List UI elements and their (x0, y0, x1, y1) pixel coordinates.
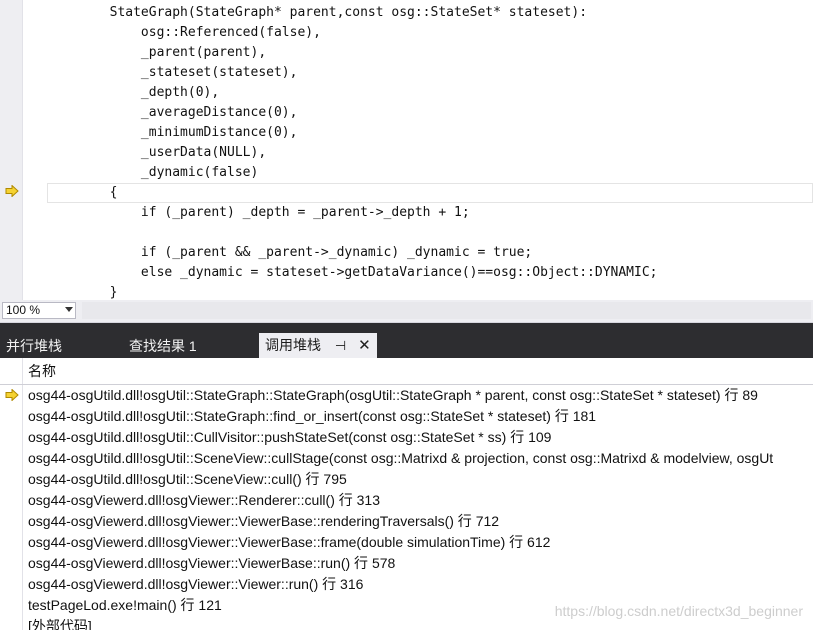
code-line[interactable]: _parent(parent), (47, 43, 813, 63)
table-header: 名称 (0, 358, 813, 385)
indicator-margin[interactable] (0, 0, 23, 300)
table-row[interactable]: osg44-osgViewerd.dll!osgViewer::Renderer… (0, 490, 813, 511)
table-row[interactable]: osg44-osgViewerd.dll!osgViewer::Viewer::… (0, 574, 813, 595)
row-gutter (0, 406, 23, 427)
table-row[interactable]: osg44-osgViewerd.dll!osgViewer::ViewerBa… (0, 511, 813, 532)
tab-label: 查找结果 1 (129, 338, 197, 354)
tab-label: 并行堆栈 (6, 338, 62, 354)
code-line[interactable]: StateGraph(StateGraph* parent,const osg:… (47, 3, 813, 23)
code-line[interactable]: } (47, 283, 813, 300)
table-row[interactable]: osg44-osgUtild.dll!osgUtil::SceneView::c… (0, 448, 813, 469)
code-line[interactable]: { (47, 183, 813, 203)
close-icon[interactable]: ✕ (358, 333, 371, 358)
editor-status-bar: 100 % (0, 300, 813, 323)
row-gutter (0, 595, 23, 616)
row-gutter (0, 511, 23, 532)
frame-name: osg44-osgUtild.dll!osgUtil::CullVisitor:… (28, 429, 552, 445)
frame-name: osg44-osgUtild.dll!osgUtil::SceneView::c… (28, 450, 774, 466)
zoom-level-value: 100 % (6, 303, 41, 317)
tab-call-stack[interactable]: 调用堆栈 ⊣ ✕ (259, 333, 377, 358)
tab-find-results[interactable]: 查找结果 1 (123, 334, 203, 358)
code-editor[interactable]: StateGraph(StateGraph* parent,const osg:… (0, 0, 813, 300)
code-line[interactable]: if (_parent && _parent->_dynamic) _dynam… (47, 243, 813, 263)
header-gutter (0, 358, 23, 384)
frame-name: osg44-osgViewerd.dll!osgViewer::ViewerBa… (28, 534, 551, 550)
code-line[interactable]: _minimumDistance(0), (47, 123, 813, 143)
code-line[interactable]: _dynamic(false) (47, 163, 813, 183)
frame-name: [外部代码] (28, 618, 92, 630)
tab-label: 调用堆栈 (265, 337, 321, 353)
row-gutter (0, 553, 23, 574)
table-row[interactable]: osg44-osgViewerd.dll!osgViewer::ViewerBa… (0, 532, 813, 553)
watermark: https://blog.csdn.net/directx3d_beginner (554, 603, 803, 619)
frame-name: osg44-osgViewerd.dll!osgViewer::ViewerBa… (28, 513, 500, 529)
code-lines[interactable]: StateGraph(StateGraph* parent,const osg:… (47, 3, 813, 300)
row-gutter (0, 490, 23, 511)
current-frame-arrow-icon (5, 389, 19, 401)
frame-name: testPageLod.exe!main() 行 121 (28, 597, 222, 613)
frame-name: osg44-osgUtild.dll!osgUtil::SceneView::c… (28, 471, 347, 487)
code-line[interactable]: if (_parent) _depth = _parent->_depth + … (47, 203, 813, 223)
code-line[interactable]: _stateset(stateset), (47, 63, 813, 83)
tab-parallel-stacks[interactable]: 并行堆栈 (0, 334, 68, 358)
row-gutter (0, 469, 23, 490)
horizontal-scrollbar[interactable] (82, 302, 811, 319)
frame-name: osg44-osgUtild.dll!osgUtil::StateGraph::… (28, 408, 597, 424)
current-statement-arrow-icon (5, 185, 19, 197)
zoom-level-dropdown[interactable]: 100 % (2, 302, 76, 319)
row-gutter (0, 616, 23, 630)
code-line[interactable]: else _dynamic = stateset->getDataVarianc… (47, 263, 813, 283)
call-stack-rows: osg44-osgUtild.dll!osgUtil::StateGraph::… (0, 385, 813, 630)
table-row[interactable]: osg44-osgUtild.dll!osgUtil::CullVisitor:… (0, 427, 813, 448)
row-gutter (0, 574, 23, 595)
frame-name: osg44-osgViewerd.dll!osgViewer::Renderer… (28, 492, 380, 508)
table-row[interactable]: osg44-osgViewerd.dll!osgViewer::ViewerBa… (0, 553, 813, 574)
pin-icon[interactable]: ⊣ (335, 333, 346, 358)
code-line[interactable]: _averageDistance(0), (47, 103, 813, 123)
code-line[interactable]: _userData(NULL), (47, 143, 813, 163)
call-stack-table[interactable]: 名称 osg44-osgUtild.dll!osgUtil::StateGrap… (0, 358, 813, 630)
table-row[interactable]: osg44-osgUtild.dll!osgUtil::StateGraph::… (0, 406, 813, 427)
code-line[interactable] (47, 223, 813, 243)
frame-name: osg44-osgViewerd.dll!osgViewer::ViewerBa… (28, 555, 396, 571)
column-header-name[interactable]: 名称 (28, 358, 56, 384)
frame-name: osg44-osgViewerd.dll!osgViewer::Viewer::… (28, 576, 364, 592)
code-line[interactable]: _depth(0), (47, 83, 813, 103)
row-gutter (0, 427, 23, 448)
frame-name: osg44-osgUtild.dll!osgUtil::StateGraph::… (28, 387, 758, 403)
row-gutter (0, 532, 23, 553)
table-row[interactable]: osg44-osgUtild.dll!osgUtil::SceneView::c… (0, 469, 813, 490)
tool-window-tabstrip: 并行堆栈 查找结果 1 调用堆栈 ⊣ ✕ (0, 323, 813, 358)
code-line[interactable]: osg::Referenced(false), (47, 23, 813, 43)
table-row[interactable]: osg44-osgUtild.dll!osgUtil::StateGraph::… (0, 385, 813, 406)
chevron-down-icon (65, 307, 73, 312)
row-gutter (0, 448, 23, 469)
